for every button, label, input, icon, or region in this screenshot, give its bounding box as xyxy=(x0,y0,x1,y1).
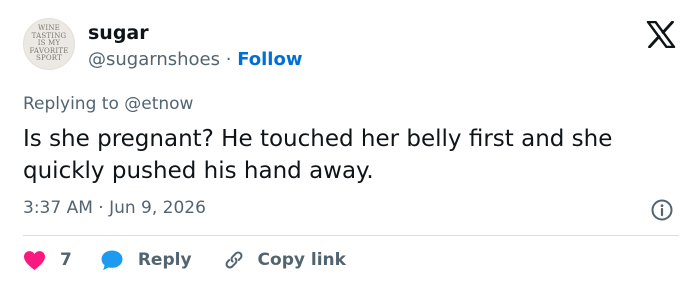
heart-icon xyxy=(24,250,45,270)
reply-bubble-icon xyxy=(101,250,123,270)
avatar-image-text: WINE TASTING IS MY FAVORITE SPORT xyxy=(29,24,69,63)
author-handle[interactable]: @sugarnshoes xyxy=(88,49,220,70)
x-logo-icon[interactable] xyxy=(646,21,676,48)
info-icon[interactable] xyxy=(650,198,674,222)
copy-link-label: Copy link xyxy=(257,250,346,270)
author-handle-row: @sugarnshoes · Follow xyxy=(88,49,302,70)
follow-button[interactable]: Follow xyxy=(237,49,302,70)
link-icon xyxy=(225,251,243,269)
replying-to[interactable]: Replying to @etnow xyxy=(23,94,193,114)
handle-separator: · xyxy=(225,49,232,70)
like-count: 7 xyxy=(60,250,72,270)
divider xyxy=(23,235,679,236)
author-name[interactable]: sugar xyxy=(88,22,149,44)
action-bar: 7 Reply Copy link xyxy=(23,247,346,273)
copy-link-button[interactable]: Copy link xyxy=(222,248,346,272)
tweet-embed-card: WINE TASTING IS MY FAVORITE SPORT sugar … xyxy=(0,0,700,287)
avatar[interactable]: WINE TASTING IS MY FAVORITE SPORT xyxy=(23,18,75,70)
reply-button[interactable]: Reply xyxy=(100,249,222,271)
tweet-timestamp[interactable]: 3:37 AM · Jun 9, 2026 xyxy=(23,198,206,218)
reply-label: Reply xyxy=(137,250,192,270)
like-button[interactable]: 7 xyxy=(23,250,100,271)
tweet-text: Is she pregnant? He touched her belly fi… xyxy=(23,126,613,184)
